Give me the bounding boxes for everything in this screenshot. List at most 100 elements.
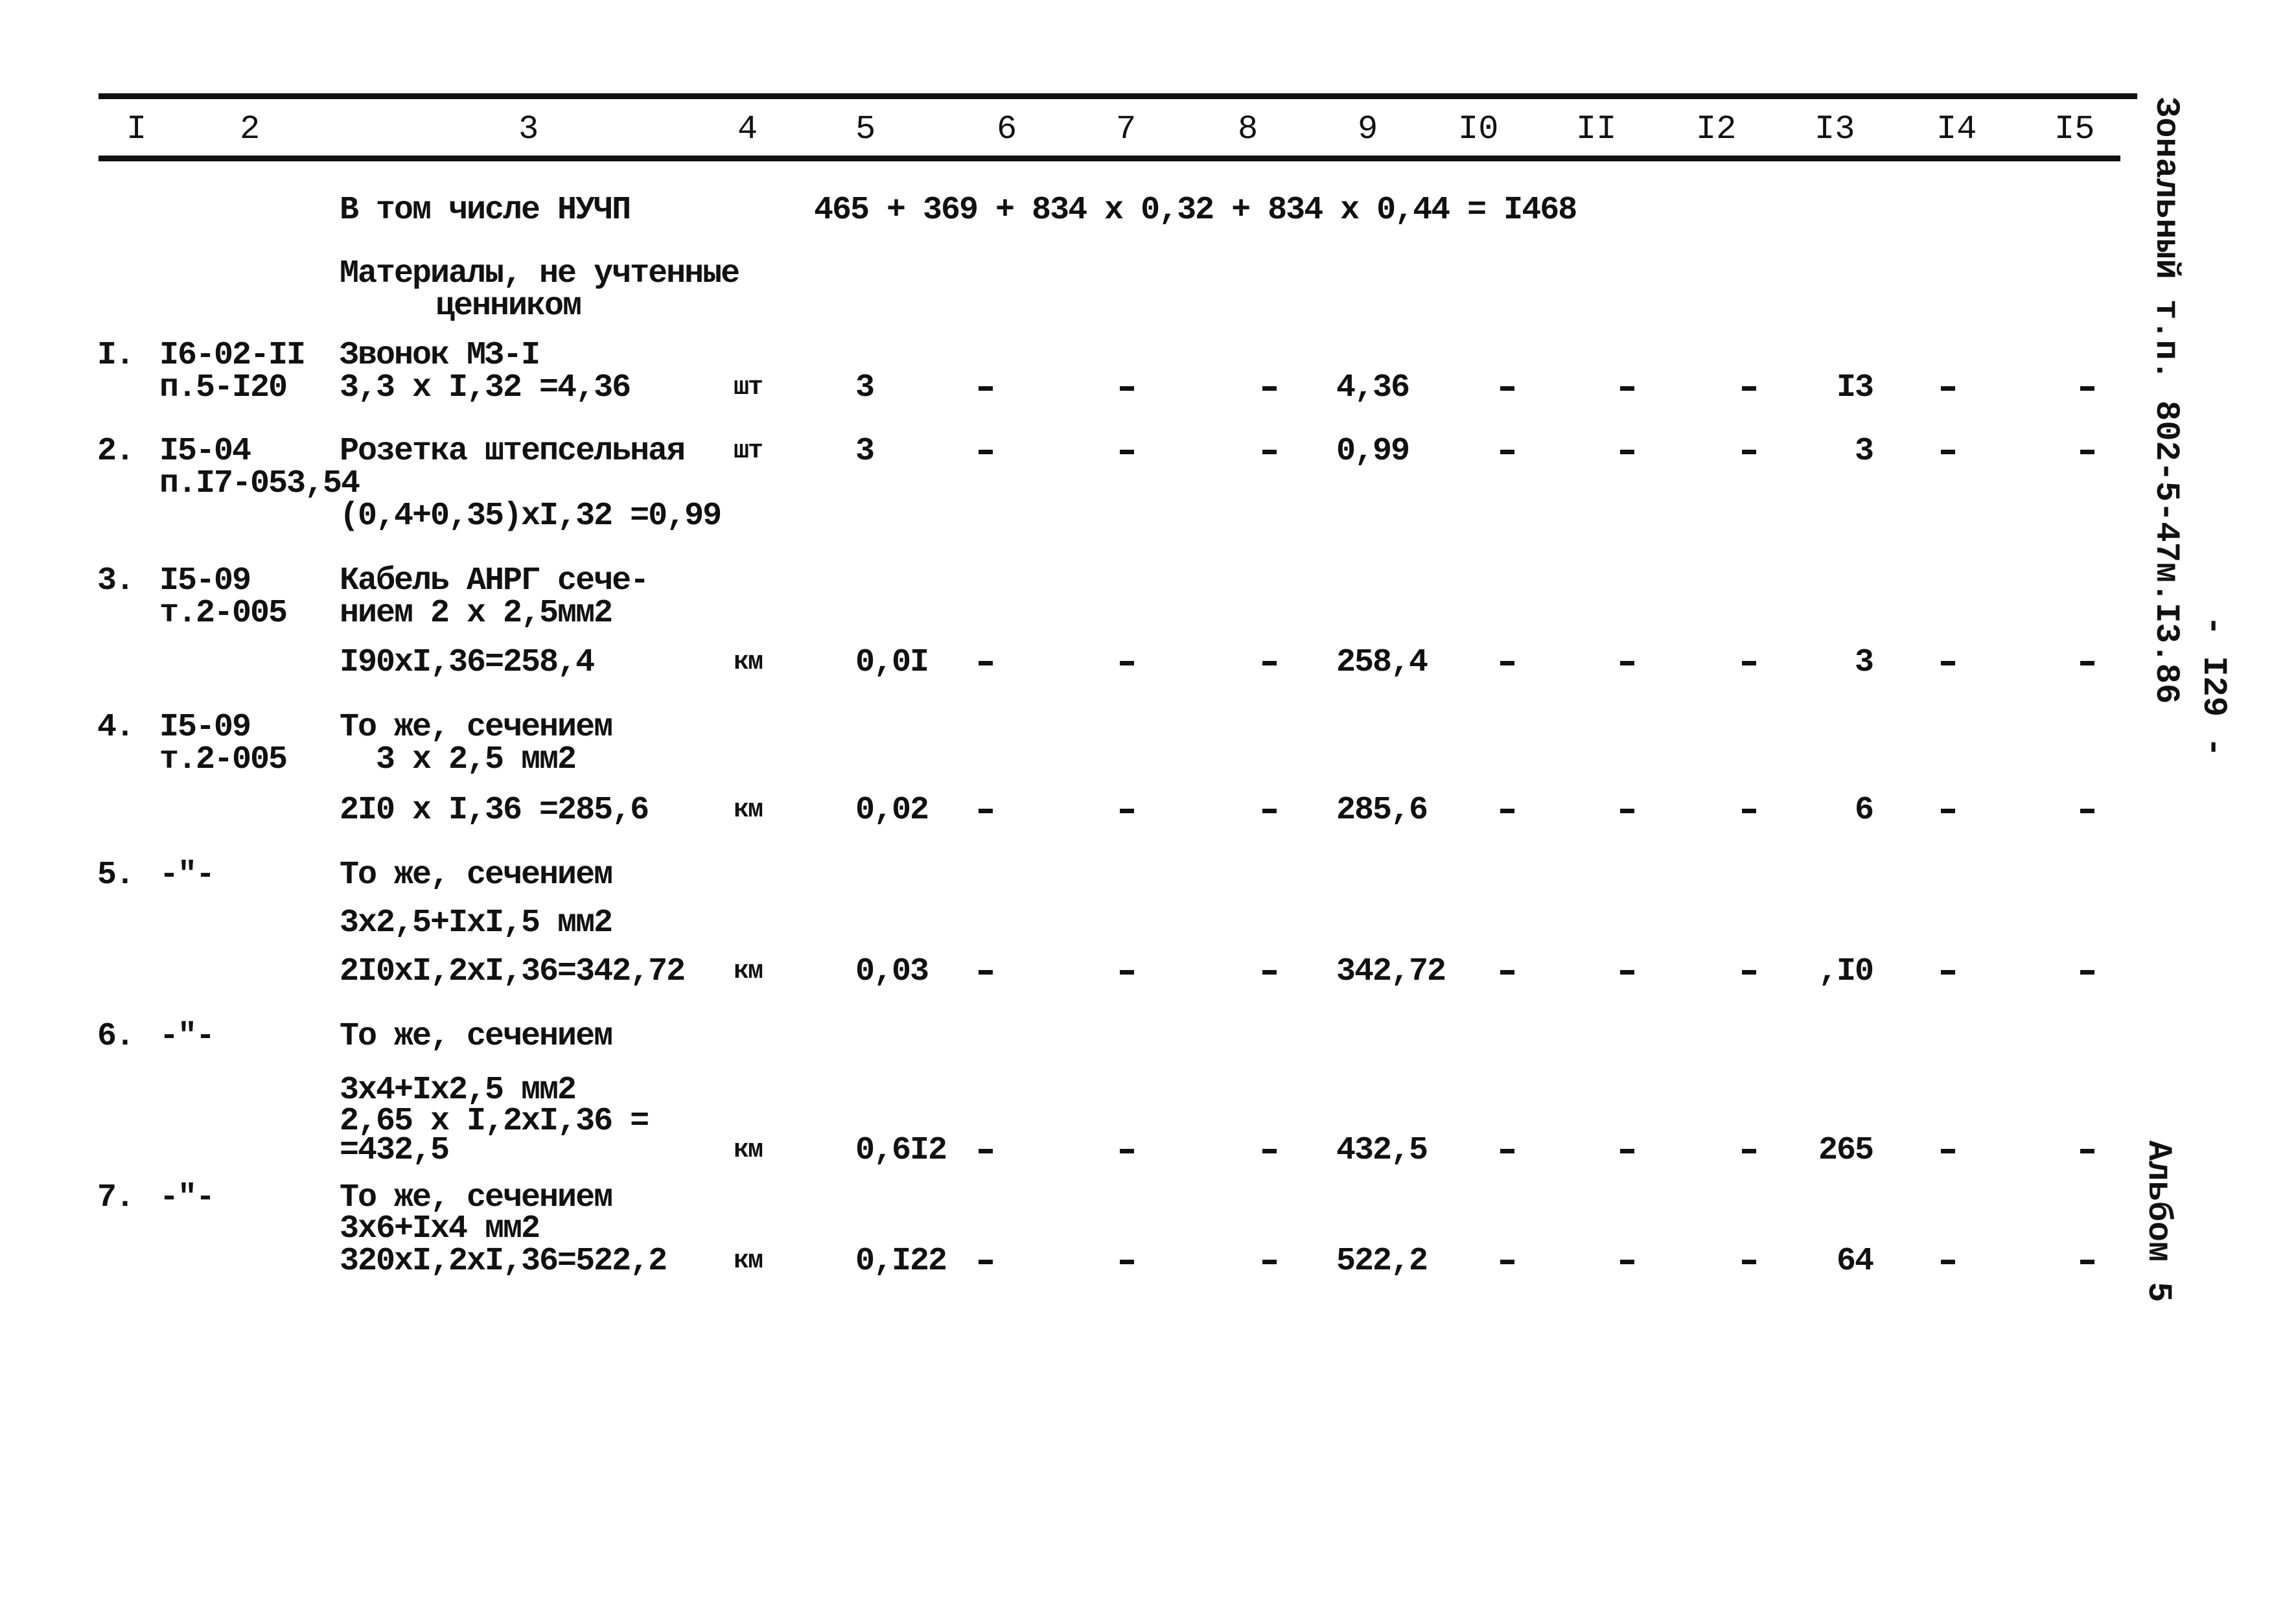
unit: км [734,796,763,825]
col-header-6: 6 [997,110,1017,148]
norm-code: I5-04 [159,433,251,470]
unit-price: 522,2 [1336,1243,1428,1280]
empty-cell-dash [2080,809,2094,813]
empty-cell-dash [2080,1149,2094,1153]
empty-cell-dash [1500,386,1514,391]
empty-cell-dash [1120,661,1134,665]
col-header-2: 2 [240,110,261,148]
col-header-12: I2 [1696,110,1737,148]
row-number: 7. [97,1179,135,1216]
empty-cell-dash [1941,809,1955,813]
empty-cell-dash [1620,386,1634,391]
unit-price: 258,4 [1336,644,1428,681]
empty-cell-dash [2080,450,2094,454]
empty-cell-dash [2080,661,2094,665]
description-line: 2I0xI,2xI,36=342,72 [340,953,686,990]
description-line: 3,3 x I,32 =4,36 [340,369,631,406]
unit: км [734,1136,763,1165]
col-header-9: 9 [1358,110,1378,148]
description-line: Звонок МЗ-I [340,337,540,374]
row-number: I. [97,337,135,374]
empty-cell-dash [1262,809,1277,813]
unit: шт [734,373,763,402]
description-line: 3 x 2,5 мм2 [340,741,577,778]
row-number: 6. [97,1018,135,1055]
description-line: То же, сечением [340,709,613,746]
empty-cell-dash [979,970,993,975]
empty-cell-dash [1941,661,1955,665]
header-bottom-rule [99,156,2120,161]
total-cost: 3 [1854,644,1874,681]
row-number: 2. [97,433,135,470]
section-title-line1: Материалы, не учтенные [340,255,740,292]
empty-cell-dash [1620,661,1634,665]
empty-cell-dash [979,809,993,813]
row-number: 4. [97,709,135,746]
empty-cell-dash [1120,386,1134,391]
quantity: 3 [855,433,875,470]
empty-cell-dash [1742,450,1756,454]
norm-code: I5-09 [159,709,251,746]
empty-cell-dash [1262,1260,1277,1264]
summary-label: В том числе НУЧП [340,192,631,229]
row-number: 3. [97,562,135,599]
description-line: (0,4+0,35)xI,32 =0,99 [340,498,722,535]
description-line: То же, сечением [340,1018,613,1055]
col-header-13: I3 [1815,110,1855,148]
col-header-7: 7 [1116,110,1137,148]
empty-cell-dash [1742,1260,1756,1264]
col-header-1: I [126,110,147,148]
empty-cell-dash [1941,970,1955,975]
quantity: 0,02 [855,792,929,829]
norm-code-sub: т.2-005 [159,595,288,632]
empty-cell-dash [1742,809,1756,813]
empty-cell-dash [2080,970,2094,975]
description-line: То же, сечением [340,857,613,894]
project-reference: Зональный т.п. 802-5-47м.I3.86 [2147,97,2185,704]
unit-price: 285,6 [1336,792,1428,829]
quantity: 0,6I2 [855,1132,947,1169]
description-line: 320xI,2xI,36=522,2 [340,1243,667,1280]
empty-cell-dash [1500,1149,1514,1153]
empty-cell-dash [1620,970,1634,975]
col-header-8: 8 [1238,110,1258,148]
description-line: I90xI,36=258,4 [340,644,595,681]
total-cost: 3 [1854,433,1874,470]
total-cost: 6 [1854,792,1874,829]
empty-cell-dash [1262,450,1277,454]
empty-cell-dash [1120,809,1134,813]
empty-cell-dash [1941,450,1955,454]
col-header-11: II [1576,110,1617,148]
total-cost: I3 [1836,369,1874,406]
empty-cell-dash [979,1149,993,1153]
empty-cell-dash [1941,1260,1955,1264]
empty-cell-dash [1120,450,1134,454]
description-line: 3x2,5+IxI,5 мм2 [340,905,613,942]
unit-price: 0,99 [1336,433,1410,470]
description-line: 2I0 x I,36 =285,6 [340,792,649,829]
quantity: 0,I22 [855,1243,947,1280]
empty-cell-dash [1500,1260,1514,1264]
description-line: нием 2 x 2,5мм2 [340,595,613,632]
norm-code-sub: т.2-005 [159,741,288,778]
empty-cell-dash [1262,386,1277,391]
empty-cell-dash [1742,970,1756,975]
col-header-4: 4 [737,110,758,148]
unit: км [734,957,763,986]
unit: км [734,648,763,677]
empty-cell-dash [979,450,993,454]
empty-cell-dash [979,661,993,665]
empty-cell-dash [1620,1149,1634,1153]
unit-price: 432,5 [1336,1132,1428,1169]
col-header-10: I0 [1458,110,1499,148]
empty-cell-dash [1262,661,1277,665]
col-header-15: I5 [2054,110,2095,148]
norm-code: I5-09 [159,562,251,599]
empty-cell-dash [979,386,993,391]
total-cost: 64 [1836,1243,1874,1280]
table-top-rule [99,93,2137,99]
unit-price: 4,36 [1336,369,1410,406]
empty-cell-dash [1262,970,1277,975]
empty-cell-dash [1262,1149,1277,1153]
total-cost: 265 [1818,1132,1874,1169]
